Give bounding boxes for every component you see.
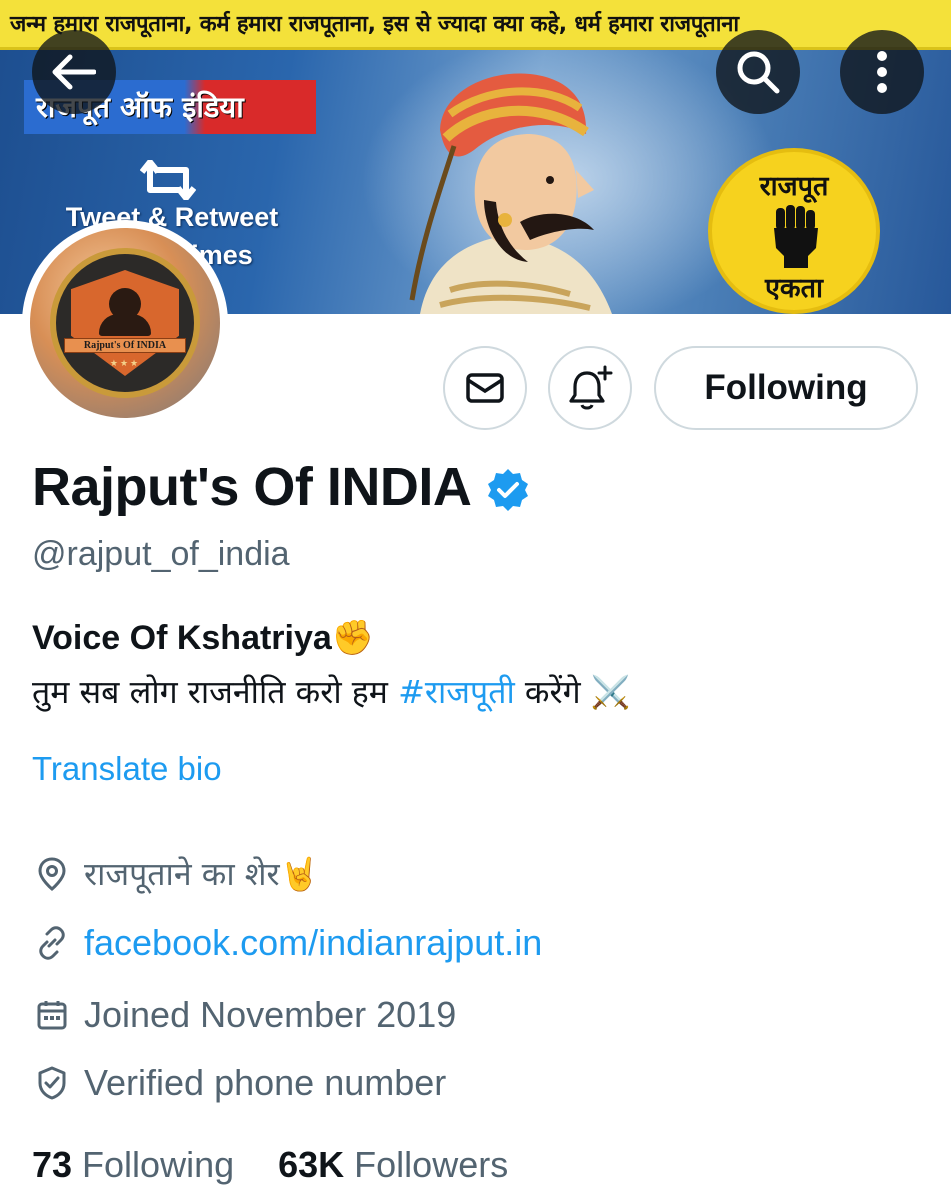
retweet-icon [140, 160, 196, 200]
following-button[interactable]: Following [654, 346, 918, 430]
notifications-button[interactable] [548, 346, 632, 430]
following-count: 73 [32, 1144, 73, 1185]
verified-badge-icon[interactable] [485, 467, 531, 513]
followers-label: Followers [354, 1144, 509, 1185]
display-name: Rajput's Of INDIA [32, 457, 472, 517]
website-row: facebook.com/indianrajput.in [32, 922, 542, 964]
location-text: राजपूताने का शेर🤘 [84, 855, 320, 893]
bio-hashtag-link[interactable]: #राजपूती [398, 673, 515, 711]
more-vertical-icon [877, 51, 887, 93]
avatar-label: Rajput's Of INDIA [64, 338, 186, 353]
search-icon [737, 51, 780, 94]
message-button[interactable] [443, 346, 527, 430]
search-button[interactable] [716, 30, 800, 114]
translate-bio-link[interactable]: Translate bio [32, 750, 222, 788]
more-options-button[interactable] [840, 30, 924, 114]
location-pin-icon [32, 854, 72, 894]
bio-text-prefix: तुम सब लोग राजनीति करो हम [32, 673, 399, 711]
banner-slogan-strip: जन्म हमारा राजपूताना, कर्म हमारा राजपूता… [0, 0, 951, 50]
user-handle: @rajput_of_india [32, 535, 290, 573]
bio-line-2: तुम सब लोग राजनीति करो हम #राजपूती करेंग… [32, 670, 631, 713]
display-name-row: Rajput's Of INDIA [32, 456, 531, 518]
avatar-emblem: Rajput's Of INDIA ★★★ [50, 248, 200, 398]
shield-check-icon [32, 1063, 72, 1103]
banner-slogan-text: जन्म हमारा राजपूताना, कर्म हमारा राजपूता… [10, 12, 739, 37]
following-stat-link[interactable]: 73 Following [32, 1144, 234, 1186]
profile-avatar[interactable]: Rajput's Of INDIA ★★★ [22, 220, 228, 426]
website-link[interactable]: facebook.com/indianrajput.in [84, 922, 542, 964]
link-icon [32, 923, 72, 963]
arrow-left-icon [52, 54, 96, 90]
envelope-icon [466, 373, 504, 403]
following-label: Following [82, 1144, 235, 1185]
phone-verified-text: Verified phone number [84, 1062, 447, 1103]
back-button[interactable] [32, 30, 116, 114]
calendar-icon [32, 995, 72, 1035]
location-row: राजपूताने का शेर🤘 [32, 852, 319, 895]
followers-stat-link[interactable]: 63K Followers [278, 1144, 508, 1186]
bell-plus-icon [569, 365, 613, 410]
banner-retweet-line1: Tweet & Retweet [65, 202, 279, 232]
warrior-portrait-image [409, 73, 612, 314]
rajput-ekta-badge: राजपूत एकता [708, 148, 880, 314]
followers-count: 63K [278, 1144, 345, 1185]
bio-text-suffix: करेंगे ⚔️ [514, 673, 631, 711]
follow-stats: 73 Following 63K Followers [32, 1144, 552, 1186]
badge-top-text: राजपूत [759, 171, 829, 202]
avatar-stars: ★★★ [109, 358, 141, 368]
joined-text: Joined November 2019 [84, 994, 457, 1035]
joined-row: Joined November 2019 [32, 994, 456, 1036]
bio-line-1: Voice Of Kshatriya✊ [32, 619, 375, 657]
badge-bottom-text: एकता [764, 273, 824, 304]
phone-verified-row: Verified phone number [32, 1062, 446, 1104]
following-button-label: Following [704, 368, 868, 407]
raised-fist-icon [774, 205, 818, 268]
avatar-image: Rajput's Of INDIA ★★★ [30, 228, 220, 418]
